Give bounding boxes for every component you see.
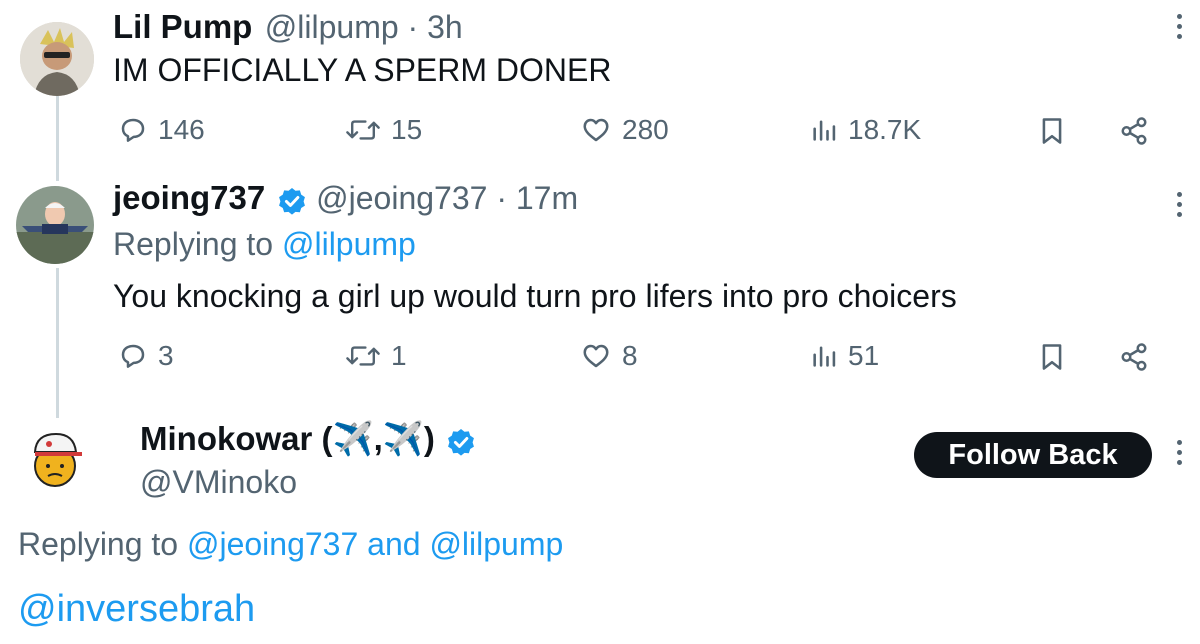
like-count: 8	[622, 340, 638, 371]
views-icon	[813, 120, 836, 141]
repost-button[interactable]: 1	[345, 340, 407, 372]
views-count: 51	[848, 340, 880, 371]
share-button[interactable]	[1119, 342, 1149, 377]
replying-and: and	[367, 526, 421, 562]
share-button[interactable]	[1119, 116, 1149, 151]
more-icon[interactable]	[1177, 192, 1183, 222]
thread-line-1	[56, 95, 59, 181]
like-button[interactable]: 280	[580, 114, 669, 146]
tweet-header: Lil Pump @lilpump · 3h	[113, 8, 463, 48]
like-button[interactable]: 8	[580, 340, 638, 372]
handle-time[interactable]: @lilpump · 3h	[265, 9, 463, 45]
bookmark-button[interactable]	[1040, 116, 1064, 151]
handle-time[interactable]: @jeoing737 · 17m	[316, 180, 578, 216]
more-icon[interactable]	[1177, 440, 1183, 470]
avatar-lilpump[interactable]	[20, 22, 94, 96]
replying-to: Replying to @jeoing737 and @lilpump	[18, 526, 563, 563]
replying-prefix: Replying to	[18, 526, 179, 562]
views-count: 18.7K	[848, 114, 922, 145]
reply-icon	[121, 118, 145, 142]
repost-icon	[346, 346, 380, 366]
repost-button[interactable]: 15	[345, 114, 422, 146]
mention-link[interactable]: @lilpump	[429, 526, 563, 562]
like-count: 280	[622, 114, 669, 145]
replying-prefix: Replying to	[113, 226, 274, 262]
avatar-jeoing737[interactable]	[16, 186, 94, 264]
views-button[interactable]: 51	[810, 340, 879, 372]
handle[interactable]: @VMinoko	[140, 464, 297, 501]
replying-to: Replying to @lilpump	[113, 226, 416, 263]
tweet-text: You knocking a girl up would turn pro li…	[113, 278, 957, 314]
verified-icon	[448, 428, 475, 456]
reply-icon	[121, 344, 145, 368]
repost-count: 1	[391, 340, 407, 371]
tweet-text-mention[interactable]: @inversebrah	[18, 588, 255, 631]
tweet-header: Minokowar (✈️,✈️)	[140, 420, 477, 465]
share-icon	[1121, 343, 1147, 371]
repost-icon	[346, 120, 380, 140]
reply-button[interactable]: 146	[118, 114, 205, 146]
tweet-header: jeoing737 @jeoing737 · 17m	[113, 179, 578, 224]
mention-link[interactable]: @lilpump	[282, 226, 416, 262]
display-name[interactable]: Lil Pump	[113, 8, 252, 45]
mention-link[interactable]: @jeoing737	[187, 526, 358, 562]
bookmark-icon	[1042, 118, 1062, 144]
repost-count: 15	[391, 114, 423, 145]
like-icon	[583, 118, 609, 142]
views-icon	[813, 346, 836, 367]
tweet-text: IM OFFICIALLY A SPERM DONER	[113, 52, 612, 88]
views-button[interactable]: 18.7K	[810, 114, 921, 146]
thread-line-2	[56, 268, 59, 418]
more-icon[interactable]	[1177, 14, 1183, 44]
like-icon	[583, 344, 609, 368]
reply-count: 146	[158, 114, 205, 145]
bookmark-button[interactable]	[1040, 342, 1064, 377]
share-icon	[1121, 117, 1147, 145]
display-name[interactable]: jeoing737	[113, 179, 265, 216]
verified-icon	[278, 187, 305, 215]
avatar-minokowar[interactable]	[18, 422, 92, 496]
reply-button[interactable]: 3	[118, 340, 174, 372]
bookmark-icon	[1042, 344, 1062, 370]
reply-count: 3	[158, 340, 174, 371]
follow-back-button[interactable]: Follow Back	[914, 432, 1152, 478]
display-name[interactable]: Minokowar (✈️,✈️)	[140, 420, 435, 457]
